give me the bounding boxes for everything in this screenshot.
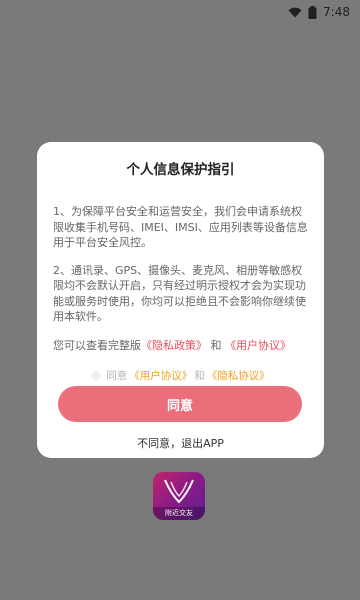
paragraph-1: 1、为保障平台安全和运营安全，我们会申请系统权限收集手机号码、IMEI、IMSI… <box>53 205 308 249</box>
links-and: 和 <box>207 338 225 352</box>
links-prefix: 您可以查看完整版 <box>53 338 141 352</box>
agree-checkbox-row[interactable]: 同意 《用户协议》 和 《隐私协议》 <box>37 368 324 383</box>
app-logo-icon <box>164 479 194 504</box>
policy-links-line: 您可以查看完整版《隐私政策》 和 《用户协议》 <box>53 337 308 353</box>
agree-radio[interactable] <box>91 370 102 381</box>
dialog-title: 个人信息保护指引 <box>126 162 235 178</box>
wifi-icon <box>288 7 302 18</box>
decline-exit-button[interactable]: 不同意，退出APP <box>37 435 324 451</box>
app-logo: 附近交友 <box>153 472 205 520</box>
privacy-dialog: 个人信息保护指引 1、为保障平台安全和运营安全，我们会申请系统权限收集手机号码、… <box>37 142 324 458</box>
app-logo-label: 附近交友 <box>153 507 205 520</box>
agree-prefix: 同意 <box>106 370 128 382</box>
privacy-policy-link[interactable]: 《隐私政策》 <box>141 339 207 352</box>
paragraph-2: 2、通讯录、GPS、摄像头、麦克风、相册等敏感权限均不会默认开启，只有经过明示授… <box>53 263 306 324</box>
agree-user-agreement-link[interactable]: 《用户协议》 <box>129 368 192 383</box>
status-bar: 7:48 <box>0 0 360 24</box>
status-time: 7:48 <box>323 5 350 19</box>
agree-and: 和 <box>194 370 205 382</box>
agree-button[interactable]: 同意 <box>58 386 302 422</box>
user-agreement-link[interactable]: 《用户协议》 <box>225 339 291 352</box>
battery-icon <box>308 5 317 19</box>
agree-privacy-link[interactable]: 《隐私协议》 <box>207 368 270 383</box>
